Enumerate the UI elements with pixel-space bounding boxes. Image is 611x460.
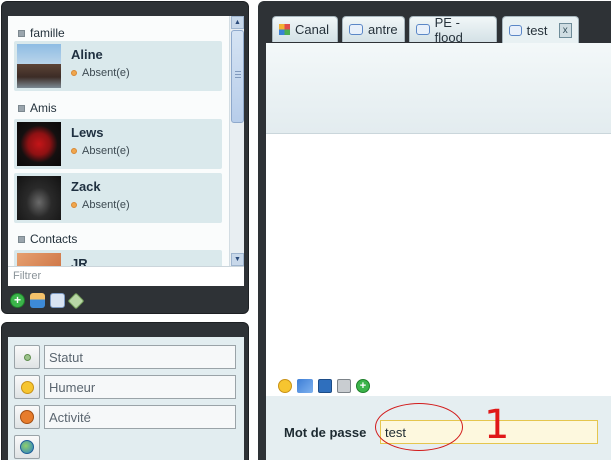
status-button[interactable] [14, 345, 40, 369]
contact-item-aline[interactable]: Aline Absent(e) [14, 41, 222, 91]
tab-antre[interactable]: antre [342, 16, 405, 42]
tag-icon[interactable] [67, 292, 85, 310]
contact-name: JR [71, 256, 88, 266]
chat-toolbar: + [278, 379, 370, 393]
globe-icon [20, 440, 34, 454]
statut-row: Statut [14, 345, 236, 369]
contact-status: Absent(e) [71, 199, 130, 211]
activite-field[interactable]: Activité [44, 405, 236, 429]
group-amis[interactable]: Amis [18, 101, 57, 115]
tab-label: PE - flood [434, 14, 463, 45]
location-button[interactable] [14, 435, 40, 459]
collapse-icon[interactable] [18, 104, 25, 112]
contact-item-lews[interactable]: Lews Absent(e) [14, 119, 222, 169]
contact-name: Lews [71, 125, 104, 140]
contact-list: famille Aline Absent(e) Amis Lews Absent… [8, 16, 244, 266]
contacts-panel: famille Aline Absent(e) Amis Lews Absent… [1, 1, 249, 314]
annotation-ellipse [375, 403, 463, 451]
collapse-icon[interactable] [18, 235, 25, 243]
save-icon[interactable] [318, 379, 332, 393]
tab-canal[interactable]: Canal [272, 16, 338, 42]
lock-icon[interactable] [337, 379, 351, 393]
group-label: famille [30, 26, 65, 40]
tab-label: antre [368, 22, 398, 37]
group-label: Amis [30, 101, 57, 115]
activity-button[interactable] [14, 405, 40, 429]
smiley-icon [20, 380, 34, 394]
scroll-down-icon[interactable]: ▼ [231, 253, 244, 266]
status-inner: Statut Humeur Activité [8, 337, 244, 460]
contact-status: Absent(e) [71, 145, 130, 157]
status-panel: Statut Humeur Activité [1, 322, 249, 460]
chat-bubbles-icon [416, 24, 430, 35]
scroll-up-icon[interactable]: ▲ [231, 16, 244, 29]
statut-field[interactable]: Statut [44, 345, 236, 369]
contact-status: Absent(e) [71, 67, 130, 79]
tab-pe-flood[interactable]: PE - flood [409, 14, 497, 45]
add-contact-icon[interactable]: + [10, 293, 25, 308]
group-label: Contacts [30, 232, 78, 246]
chat-area: + Mot de passe test [266, 43, 611, 460]
location-row [14, 435, 40, 459]
chat-bubbles-icon [509, 24, 522, 36]
add-icon[interactable]: + [356, 379, 370, 393]
contact-item-jr[interactable]: JR [14, 250, 222, 266]
status-dot-icon [23, 353, 31, 361]
filter-input[interactable]: Filtrer [8, 266, 244, 286]
avatar [17, 122, 61, 166]
contact-item-zack[interactable]: Zack Absent(e) [14, 173, 222, 223]
humeur-field[interactable]: Humeur [44, 375, 236, 399]
tab-test[interactable]: test x [502, 16, 579, 43]
contact-name: Zack [71, 179, 101, 194]
tab-label: test [526, 22, 548, 38]
contact-list-scrollbar[interactable]: ▲ ▼ [229, 16, 244, 266]
users-icon[interactable] [30, 293, 45, 308]
contacts-toolbar: + [10, 292, 85, 310]
close-tab-button[interactable]: x [558, 22, 572, 38]
password-label: Mot de passe [284, 425, 367, 440]
scroll-thumb[interactable] [231, 30, 244, 123]
away-status-icon [71, 148, 77, 154]
avatar [17, 44, 61, 88]
chat-bubbles-icon [349, 24, 363, 35]
contact-name: Aline [71, 47, 103, 62]
away-status-icon [71, 70, 77, 76]
chat-bubbles-icon[interactable] [50, 293, 65, 308]
avatar [17, 253, 61, 266]
grid-icon [279, 24, 290, 35]
basketball-icon [20, 410, 34, 424]
annotation-number: 1 [484, 402, 510, 448]
group-contacts[interactable]: Contacts [18, 232, 77, 246]
chat-topic-bar [266, 43, 611, 134]
activite-row: Activité [14, 405, 236, 429]
group-famille[interactable]: famille [18, 26, 65, 40]
avatar [17, 176, 61, 220]
humeur-row: Humeur [14, 375, 236, 399]
tab-label: Canal [295, 22, 329, 37]
translate-icon[interactable] [297, 379, 313, 393]
smiley-icon[interactable] [278, 379, 292, 393]
collapse-icon[interactable] [18, 29, 25, 37]
away-status-icon [71, 202, 77, 208]
mood-button[interactable] [14, 375, 40, 399]
